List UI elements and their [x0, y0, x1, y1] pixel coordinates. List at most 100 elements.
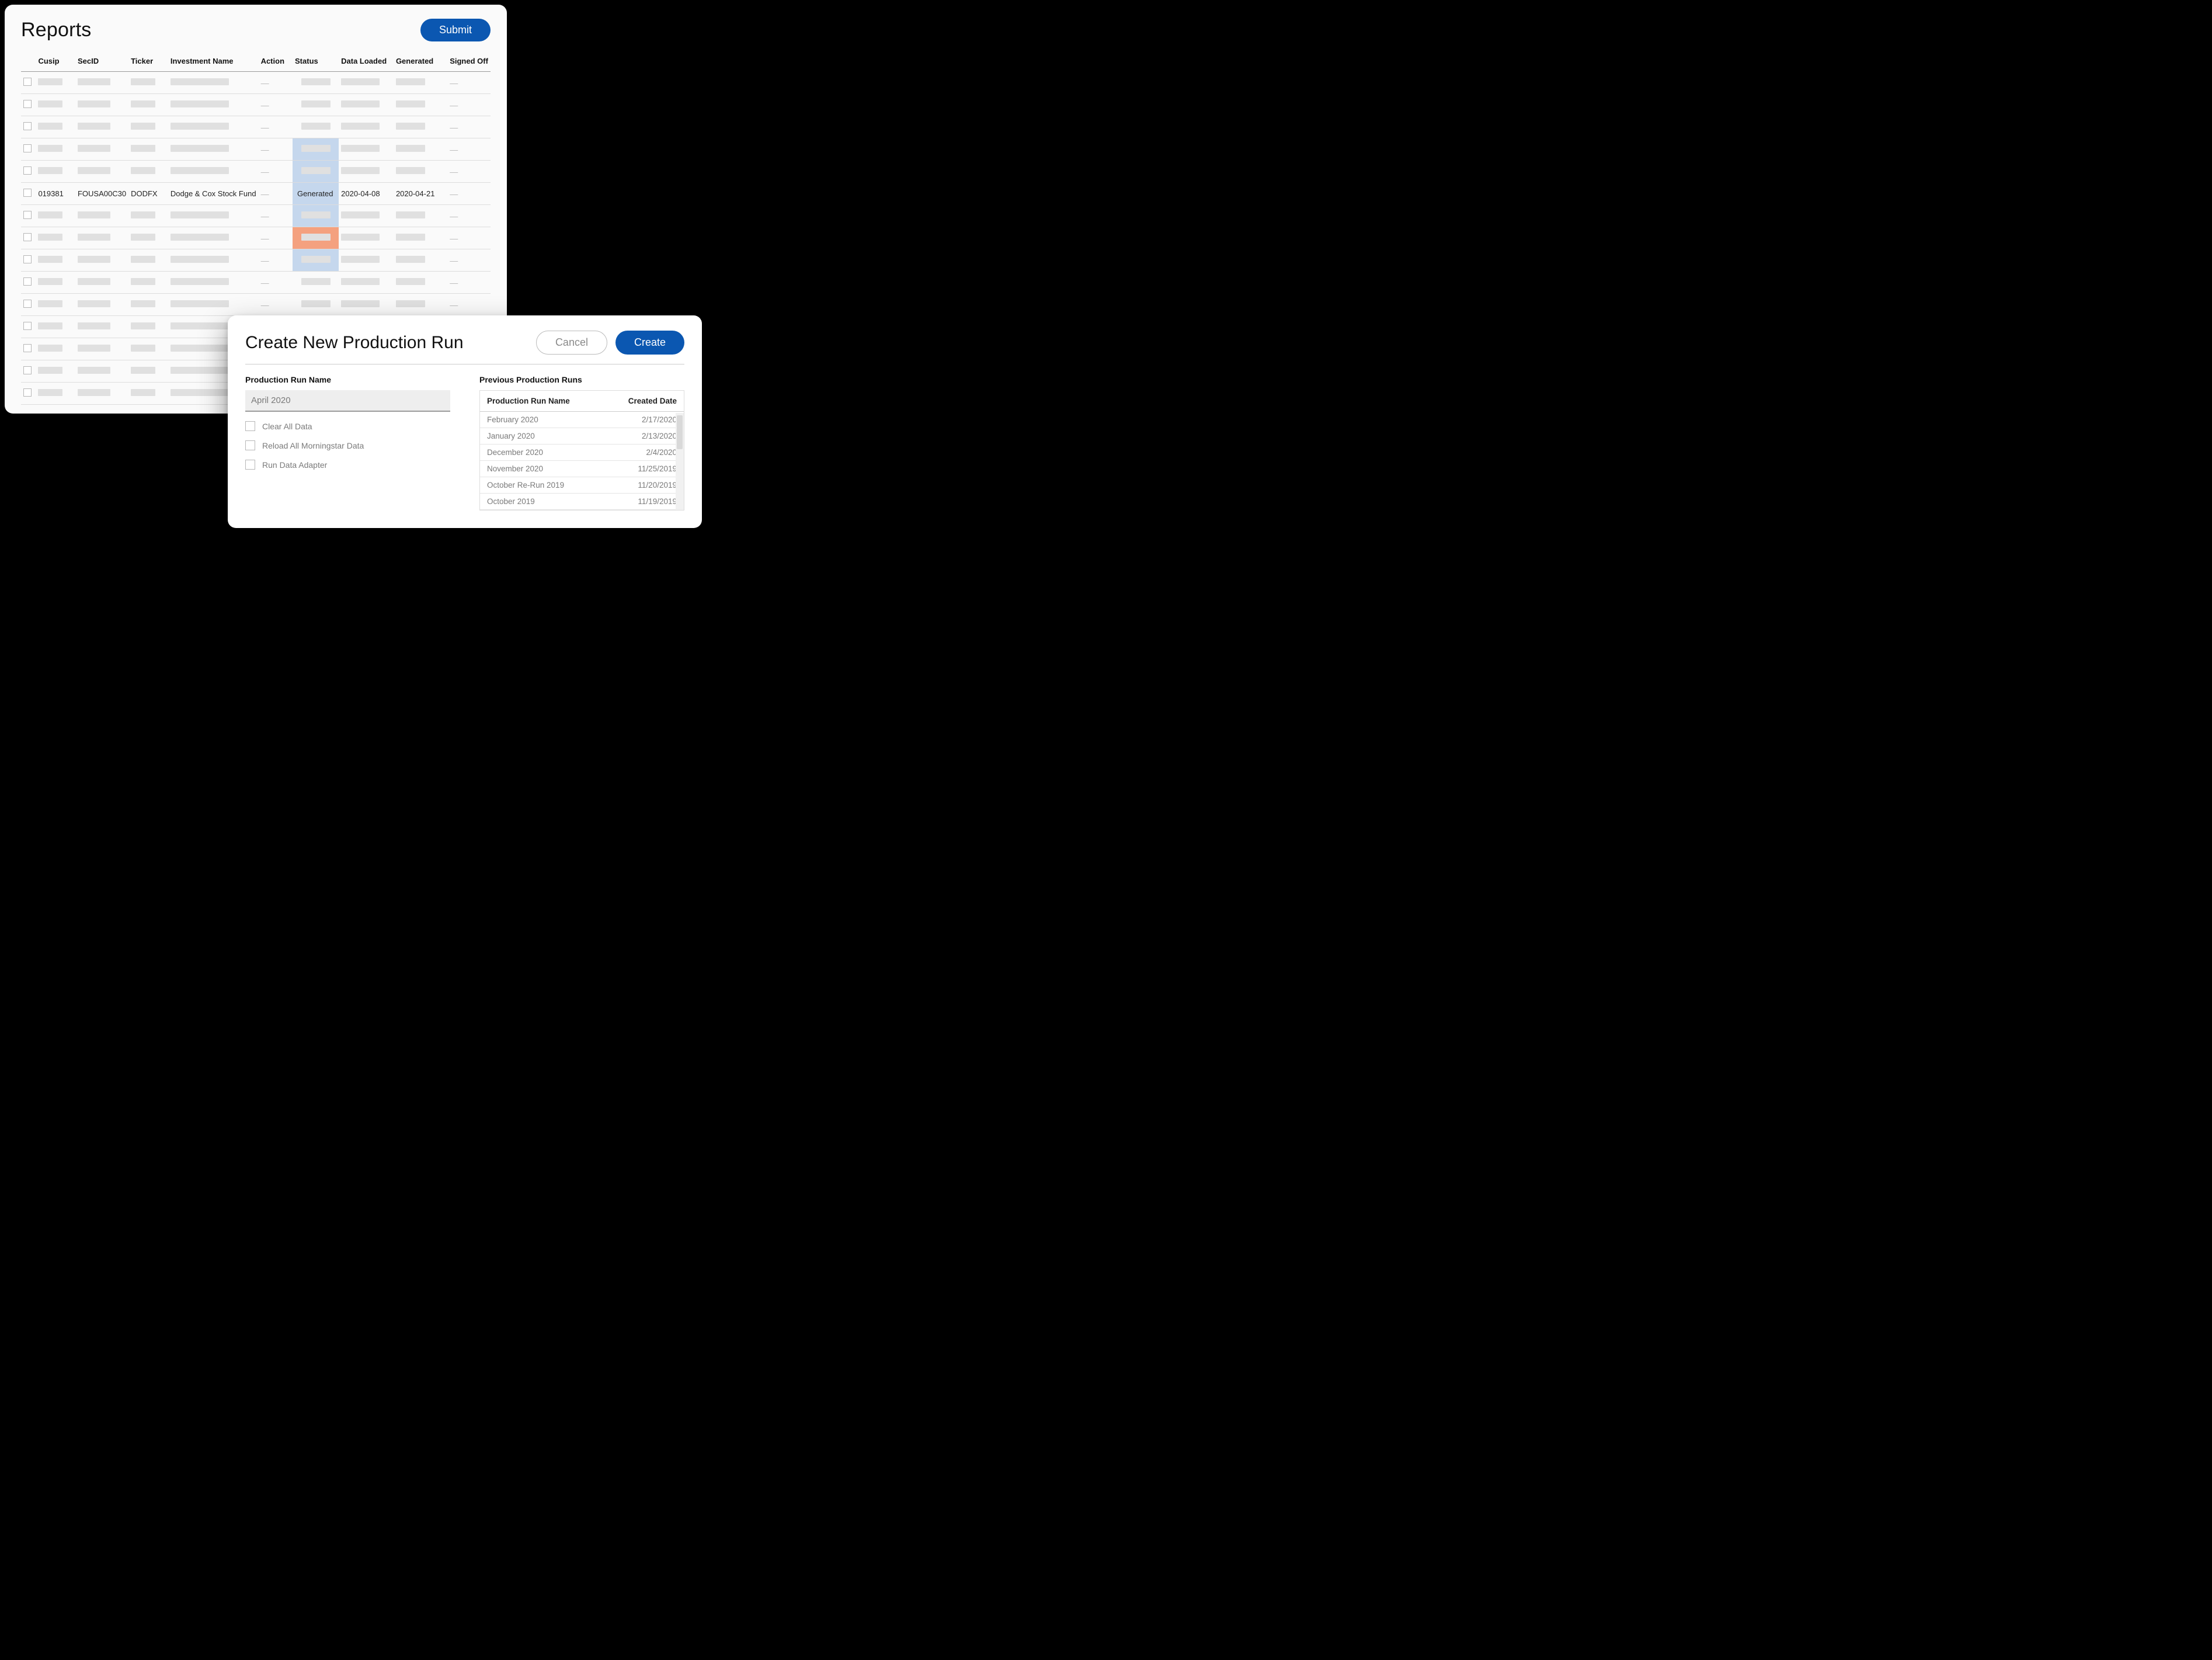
- prev-col-name[interactable]: Production Run Name: [480, 391, 604, 412]
- dash-icon: —: [450, 211, 458, 221]
- reports-header: Reports Submit: [21, 19, 491, 41]
- previous-run-date: 2/4/2020: [604, 444, 684, 461]
- dash-icon: —: [450, 145, 458, 154]
- placeholder: [301, 145, 331, 152]
- table-row[interactable]: 019381FOUSA00C30DODFXDodge & Cox Stock F…: [21, 183, 491, 205]
- row-checkbox[interactable]: [23, 366, 32, 374]
- option-run-data-adapter[interactable]: Run Data Adapter: [245, 460, 450, 470]
- option-clear-all-data[interactable]: Clear All Data: [245, 421, 450, 431]
- cell-data-loaded: 2020-04-08: [339, 183, 394, 205]
- dash-icon: —: [261, 123, 269, 132]
- dash-icon: —: [450, 278, 458, 287]
- previous-runs-scrollbar[interactable]: [676, 413, 684, 510]
- row-checkbox[interactable]: [23, 300, 32, 308]
- previous-runs-table-wrap: Production Run Name Created Date Februar…: [479, 390, 684, 510]
- previous-run-row[interactable]: February 20202/17/2020: [480, 412, 684, 428]
- table-row[interactable]: ——: [21, 72, 491, 94]
- previous-run-row[interactable]: November 202011/25/2019: [480, 461, 684, 477]
- production-run-name-input[interactable]: [245, 390, 450, 412]
- table-row[interactable]: ——: [21, 294, 491, 316]
- option-reload-morningstar[interactable]: Reload All Morningstar Data: [245, 440, 450, 450]
- col-ticker[interactable]: Ticker: [128, 52, 168, 72]
- col-investment-name[interactable]: Investment Name: [168, 52, 259, 72]
- cell-cusip: 019381: [36, 183, 75, 205]
- table-row[interactable]: ——: [21, 116, 491, 138]
- row-checkbox[interactable]: [23, 144, 32, 152]
- table-row[interactable]: ——: [21, 249, 491, 272]
- placeholder: [171, 100, 229, 107]
- placeholder: [301, 100, 331, 107]
- checkbox-run-data-adapter[interactable]: [245, 460, 255, 470]
- dash-icon: —: [261, 300, 269, 310]
- placeholder: [171, 278, 229, 285]
- row-checkbox[interactable]: [23, 78, 32, 86]
- table-row[interactable]: ——: [21, 227, 491, 249]
- row-checkbox[interactable]: [23, 166, 32, 175]
- placeholder: [171, 345, 229, 352]
- table-row[interactable]: ——: [21, 94, 491, 116]
- row-checkbox[interactable]: [23, 122, 32, 130]
- dash-icon: —: [450, 256, 458, 265]
- prev-col-date[interactable]: Created Date: [604, 391, 684, 412]
- placeholder: [38, 211, 62, 218]
- table-row[interactable]: ——: [21, 272, 491, 294]
- cancel-button[interactable]: Cancel: [536, 331, 607, 355]
- placeholder: [131, 211, 155, 218]
- col-secid[interactable]: SecID: [75, 52, 128, 72]
- placeholder: [78, 123, 110, 130]
- previous-run-name: January 2020: [480, 428, 604, 444]
- table-row[interactable]: ——: [21, 161, 491, 183]
- create-button[interactable]: Create: [615, 331, 684, 355]
- placeholder: [341, 234, 380, 241]
- placeholder: [78, 145, 110, 152]
- row-checkbox[interactable]: [23, 189, 32, 197]
- placeholder: [341, 123, 380, 130]
- dash-icon: —: [450, 234, 458, 243]
- placeholder: [396, 300, 425, 307]
- row-checkbox[interactable]: [23, 277, 32, 286]
- col-data-loaded[interactable]: Data Loaded: [339, 52, 394, 72]
- table-row[interactable]: ——: [21, 138, 491, 161]
- placeholder: [341, 256, 380, 263]
- modal-right-column: Previous Production Runs Production Run …: [479, 375, 684, 510]
- row-checkbox[interactable]: [23, 100, 32, 108]
- checkbox-clear-all-data[interactable]: [245, 421, 255, 431]
- row-checkbox[interactable]: [23, 211, 32, 219]
- col-status[interactable]: Status: [293, 52, 339, 72]
- col-action[interactable]: Action: [259, 52, 293, 72]
- dash-icon: —: [450, 78, 458, 88]
- row-checkbox[interactable]: [23, 255, 32, 263]
- dash-icon: —: [450, 100, 458, 110]
- previous-run-row[interactable]: January 20202/13/2020: [480, 428, 684, 444]
- placeholder: [131, 78, 155, 85]
- dash-icon: —: [450, 167, 458, 176]
- row-checkbox[interactable]: [23, 344, 32, 352]
- previous-run-date: 11/25/2019: [604, 461, 684, 477]
- submit-button[interactable]: Submit: [420, 19, 491, 41]
- placeholder: [38, 78, 62, 85]
- placeholder: [171, 256, 229, 263]
- placeholder: [171, 234, 229, 241]
- placeholder: [38, 234, 62, 241]
- row-checkbox[interactable]: [23, 388, 32, 397]
- previous-run-row[interactable]: October Re-Run 201911/20/2019: [480, 477, 684, 494]
- table-row[interactable]: ——: [21, 205, 491, 227]
- col-cusip[interactable]: Cusip: [36, 52, 75, 72]
- previous-run-row[interactable]: October 201911/19/2019: [480, 494, 684, 510]
- previous-run-row[interactable]: December 20202/4/2020: [480, 444, 684, 461]
- placeholder: [301, 300, 331, 307]
- placeholder: [396, 211, 425, 218]
- checkbox-reload-morningstar[interactable]: [245, 440, 255, 450]
- placeholder: [301, 78, 331, 85]
- scrollbar-thumb[interactable]: [677, 415, 683, 449]
- modal-actions: Cancel Create: [536, 331, 684, 355]
- placeholder: [78, 322, 110, 329]
- previous-run-name: October Re-Run 2019: [480, 477, 604, 494]
- placeholder: [78, 256, 110, 263]
- row-checkbox[interactable]: [23, 322, 32, 330]
- previous-run-date: 11/20/2019: [604, 477, 684, 494]
- col-signed-off[interactable]: Signed Off: [447, 52, 491, 72]
- row-checkbox[interactable]: [23, 233, 32, 241]
- placeholder: [396, 123, 425, 130]
- col-generated[interactable]: Generated: [394, 52, 447, 72]
